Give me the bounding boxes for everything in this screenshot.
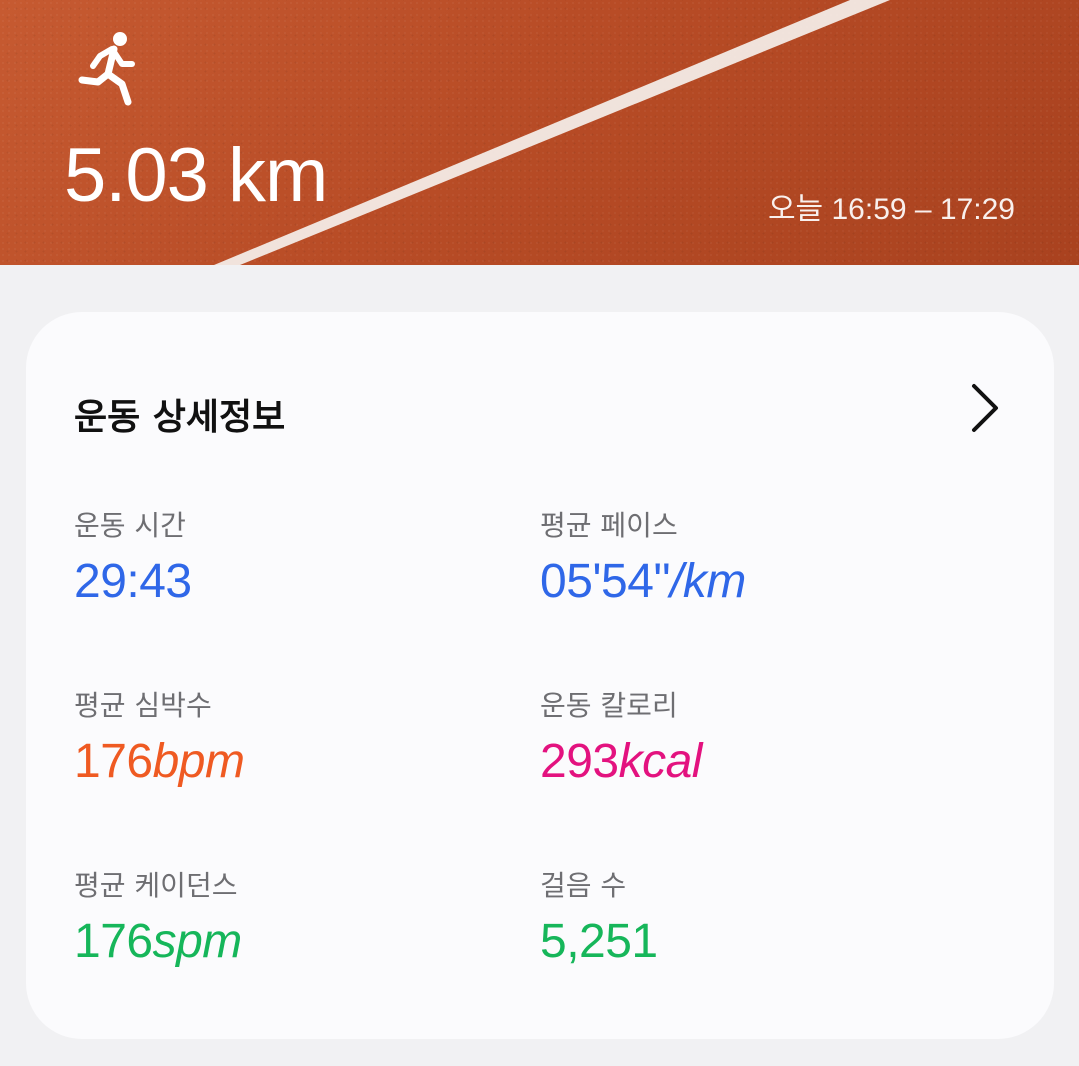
stat-value: 176spm: [74, 918, 494, 966]
stat-average-heart-rate: 평균 심박수 176bpm: [74, 692, 494, 786]
stat-unit: kcal: [618, 735, 703, 788]
stat-value: 5,251: [540, 918, 960, 966]
stat-average-pace: 평균 페이스 05'54"/km: [540, 512, 960, 606]
stat-number: 293: [540, 735, 619, 788]
stat-number: 05'54": [540, 555, 670, 608]
stat-number: 29:43: [74, 555, 192, 608]
stat-steps: 걸음 수 5,251: [540, 872, 960, 966]
workout-details-card[interactable]: 운동 상세정보 운동 시간 29:43 평균 페이스 05'54"/km 평균 …: [26, 312, 1054, 1039]
workout-distance: 5.03 km: [64, 133, 328, 218]
stat-value: 29:43: [74, 558, 494, 606]
stat-number: 176: [74, 735, 153, 788]
workout-header: 5.03 km 오늘 16:59 – 17:29: [0, 0, 1079, 265]
runner-icon: [78, 32, 135, 106]
card-title: 운동 상세정보: [74, 397, 286, 438]
stat-workout-time: 운동 시간 29:43: [74, 512, 494, 606]
stat-unit: spm: [152, 915, 243, 968]
stat-value: 05'54"/km: [540, 558, 960, 606]
stat-label: 운동 칼로리: [540, 689, 678, 722]
stat-label: 걸음 수: [540, 869, 627, 902]
stat-unit: bpm: [152, 735, 245, 788]
stat-number: 176: [74, 915, 153, 968]
stat-label: 운동 시간: [74, 509, 186, 542]
stat-label: 평균 페이스: [540, 509, 678, 542]
workout-time-range: 오늘 16:59 – 17:29: [767, 193, 1015, 226]
stat-label: 평균 케이던스: [74, 869, 238, 902]
stat-value: 176bpm: [74, 738, 494, 786]
stat-calories: 운동 칼로리 293kcal: [540, 692, 960, 786]
stat-label: 평균 심박수: [74, 689, 212, 722]
chevron-right-icon[interactable]: [966, 382, 1002, 434]
stat-unit: /km: [669, 555, 746, 608]
stat-number: 5,251: [540, 915, 658, 968]
stat-value: 293kcal: [540, 738, 960, 786]
stat-average-cadence: 평균 케이던스 176spm: [74, 872, 494, 966]
